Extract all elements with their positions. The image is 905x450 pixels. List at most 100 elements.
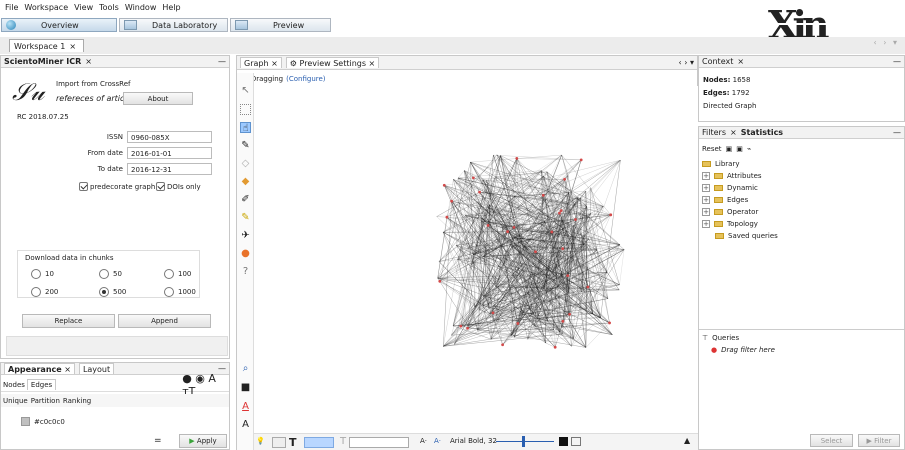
graph-node[interactable] <box>516 322 520 325</box>
label-color-swatch[interactable] <box>559 437 568 446</box>
expand-icon[interactable]: ▲ <box>684 436 690 445</box>
dois-only-checkbox[interactable]: DOIs only <box>156 182 201 191</box>
graph-node[interactable] <box>466 326 469 330</box>
tab-graph[interactable]: Graph × <box>240 57 282 68</box>
drag-icon[interactable]: ☝ <box>240 122 251 134</box>
graph-node[interactable] <box>445 215 449 219</box>
rectangle-select-icon[interactable] <box>240 104 251 115</box>
graph-node[interactable] <box>512 225 516 229</box>
equals-icon[interactable]: = <box>154 436 162 446</box>
filter-icon-1[interactable]: ▣ <box>726 145 733 153</box>
minimize-icon[interactable]: — <box>893 57 901 66</box>
minimize-icon[interactable]: — <box>218 57 226 66</box>
font-decrease-icon[interactable]: A· <box>420 437 427 445</box>
graph-node[interactable] <box>459 324 463 328</box>
graph-node[interactable] <box>486 224 490 227</box>
graph-node[interactable] <box>450 199 454 203</box>
yellow-pencil-icon[interactable]: ✎ <box>240 212 251 223</box>
chunk-option-50[interactable]: 50 <box>99 269 122 279</box>
radio-icon[interactable] <box>31 287 41 297</box>
tab-navigation-icon[interactable]: ‹ › ▾ <box>874 38 900 47</box>
nodes-tab[interactable]: Nodes <box>3 381 25 389</box>
graph-node[interactable] <box>574 218 577 221</box>
graph-node[interactable] <box>579 158 583 162</box>
radio-selected-icon[interactable] <box>99 287 109 297</box>
graph-node[interactable] <box>506 230 510 234</box>
menu-file[interactable]: File <box>5 3 18 15</box>
chunk-option-100[interactable]: 100 <box>164 269 191 279</box>
tree-operator[interactable]: + Operator <box>702 208 758 216</box>
graph-node[interactable] <box>559 209 563 213</box>
graph-node[interactable] <box>491 311 495 315</box>
text-tool-icon[interactable]: T <box>289 436 297 449</box>
partition-tab[interactable]: Partition <box>31 397 60 405</box>
workspace-tab[interactable]: Workspace 1 × <box>9 39 84 52</box>
expand-icon[interactable]: + <box>702 220 710 228</box>
color-swatch[interactable] <box>21 417 30 426</box>
graph-node[interactable] <box>561 247 565 251</box>
lightbulb-icon[interactable]: 💡 <box>256 437 265 448</box>
tab-filters[interactable]: Filters <box>702 128 726 137</box>
to-date-field[interactable]: 2016-12-31 <box>127 163 212 175</box>
configure-link[interactable]: (Configure) <box>286 75 325 83</box>
network-graph-canvas[interactable] <box>254 86 698 434</box>
expand-icon[interactable]: + <box>702 196 710 204</box>
reset-button[interactable]: Reset <box>702 145 722 153</box>
radio-icon[interactable] <box>164 269 174 279</box>
edges-tab[interactable]: Edges <box>26 379 57 390</box>
graph-node[interactable] <box>438 279 442 283</box>
expand-icon[interactable]: + <box>702 184 710 192</box>
checkbox-icon[interactable] <box>156 182 165 191</box>
radio-icon[interactable] <box>31 269 41 279</box>
help-icon[interactable]: ? <box>240 266 251 277</box>
brush-icon[interactable]: ✐ <box>240 194 251 205</box>
edge-slider[interactable] <box>349 437 409 448</box>
unique-tab[interactable]: Unique <box>3 397 28 405</box>
chunk-option-200[interactable]: 200 <box>31 287 58 297</box>
paint-icon[interactable]: ◆ <box>240 176 251 187</box>
background-color-icon[interactable]: ■ <box>240 382 251 393</box>
overview-button[interactable]: Overview <box>1 18 117 32</box>
edge-tools-icon[interactable] <box>304 437 334 448</box>
menu-tools[interactable]: Tools <box>99 3 119 15</box>
graph-node[interactable] <box>471 176 475 180</box>
target-icon[interactable]: ● <box>240 248 251 259</box>
graph-node[interactable] <box>586 285 590 289</box>
search-icon[interactable]: ⌕ <box>240 363 251 374</box>
close-icon[interactable]: × <box>85 57 92 66</box>
predecorate-checkbox[interactable]: predecorate graph <box>79 182 155 191</box>
text-size-icon[interactable]: T <box>340 436 346 447</box>
radio-icon[interactable] <box>99 269 109 279</box>
gem-icon[interactable]: ◇ <box>240 158 251 169</box>
radio-icon[interactable] <box>164 287 174 297</box>
data-laboratory-button[interactable]: Data Laboratory <box>119 18 228 32</box>
screenshot-icon[interactable] <box>272 437 286 448</box>
select-button[interactable]: Select <box>810 434 853 447</box>
library-tree-item[interactable]: Library <box>702 160 739 168</box>
slider-thumb[interactable] <box>522 436 525 447</box>
graph-node[interactable] <box>541 193 545 197</box>
font-increase-icon[interactable]: A· <box>434 437 441 445</box>
filter-button[interactable]: ▶ Filter <box>858 434 900 447</box>
graph-node[interactable] <box>550 230 554 234</box>
tree-dynamic[interactable]: + Dynamic <box>702 184 758 192</box>
chunk-option-10[interactable]: 10 <box>31 269 54 279</box>
graph-node[interactable] <box>561 319 565 323</box>
tab-appearance[interactable]: Appearance × <box>4 363 75 374</box>
replace-button[interactable]: Replace <box>22 314 115 328</box>
airplane-icon[interactable]: ✈ <box>240 230 251 241</box>
preview-button[interactable]: Preview <box>230 18 331 32</box>
menu-help[interactable]: Help <box>162 3 180 15</box>
ranking-tab[interactable]: Ranking <box>63 397 91 405</box>
drag-filter-placeholder[interactable]: ● Drag filter here <box>711 346 775 354</box>
font-size-icon[interactable]: A <box>240 419 251 430</box>
expand-icon[interactable]: + <box>702 208 710 216</box>
filter-icon-2[interactable]: ▣ <box>736 145 743 153</box>
graph-node[interactable] <box>553 345 557 349</box>
about-button[interactable]: About <box>123 92 193 105</box>
zoom-icon[interactable] <box>571 437 581 446</box>
graph-node[interactable] <box>609 213 613 217</box>
minimize-icon[interactable]: — <box>893 128 901 137</box>
tree-attributes[interactable]: + Attributes <box>702 172 762 180</box>
graph-nav-icon[interactable]: ‹ › ▾ <box>679 58 695 67</box>
